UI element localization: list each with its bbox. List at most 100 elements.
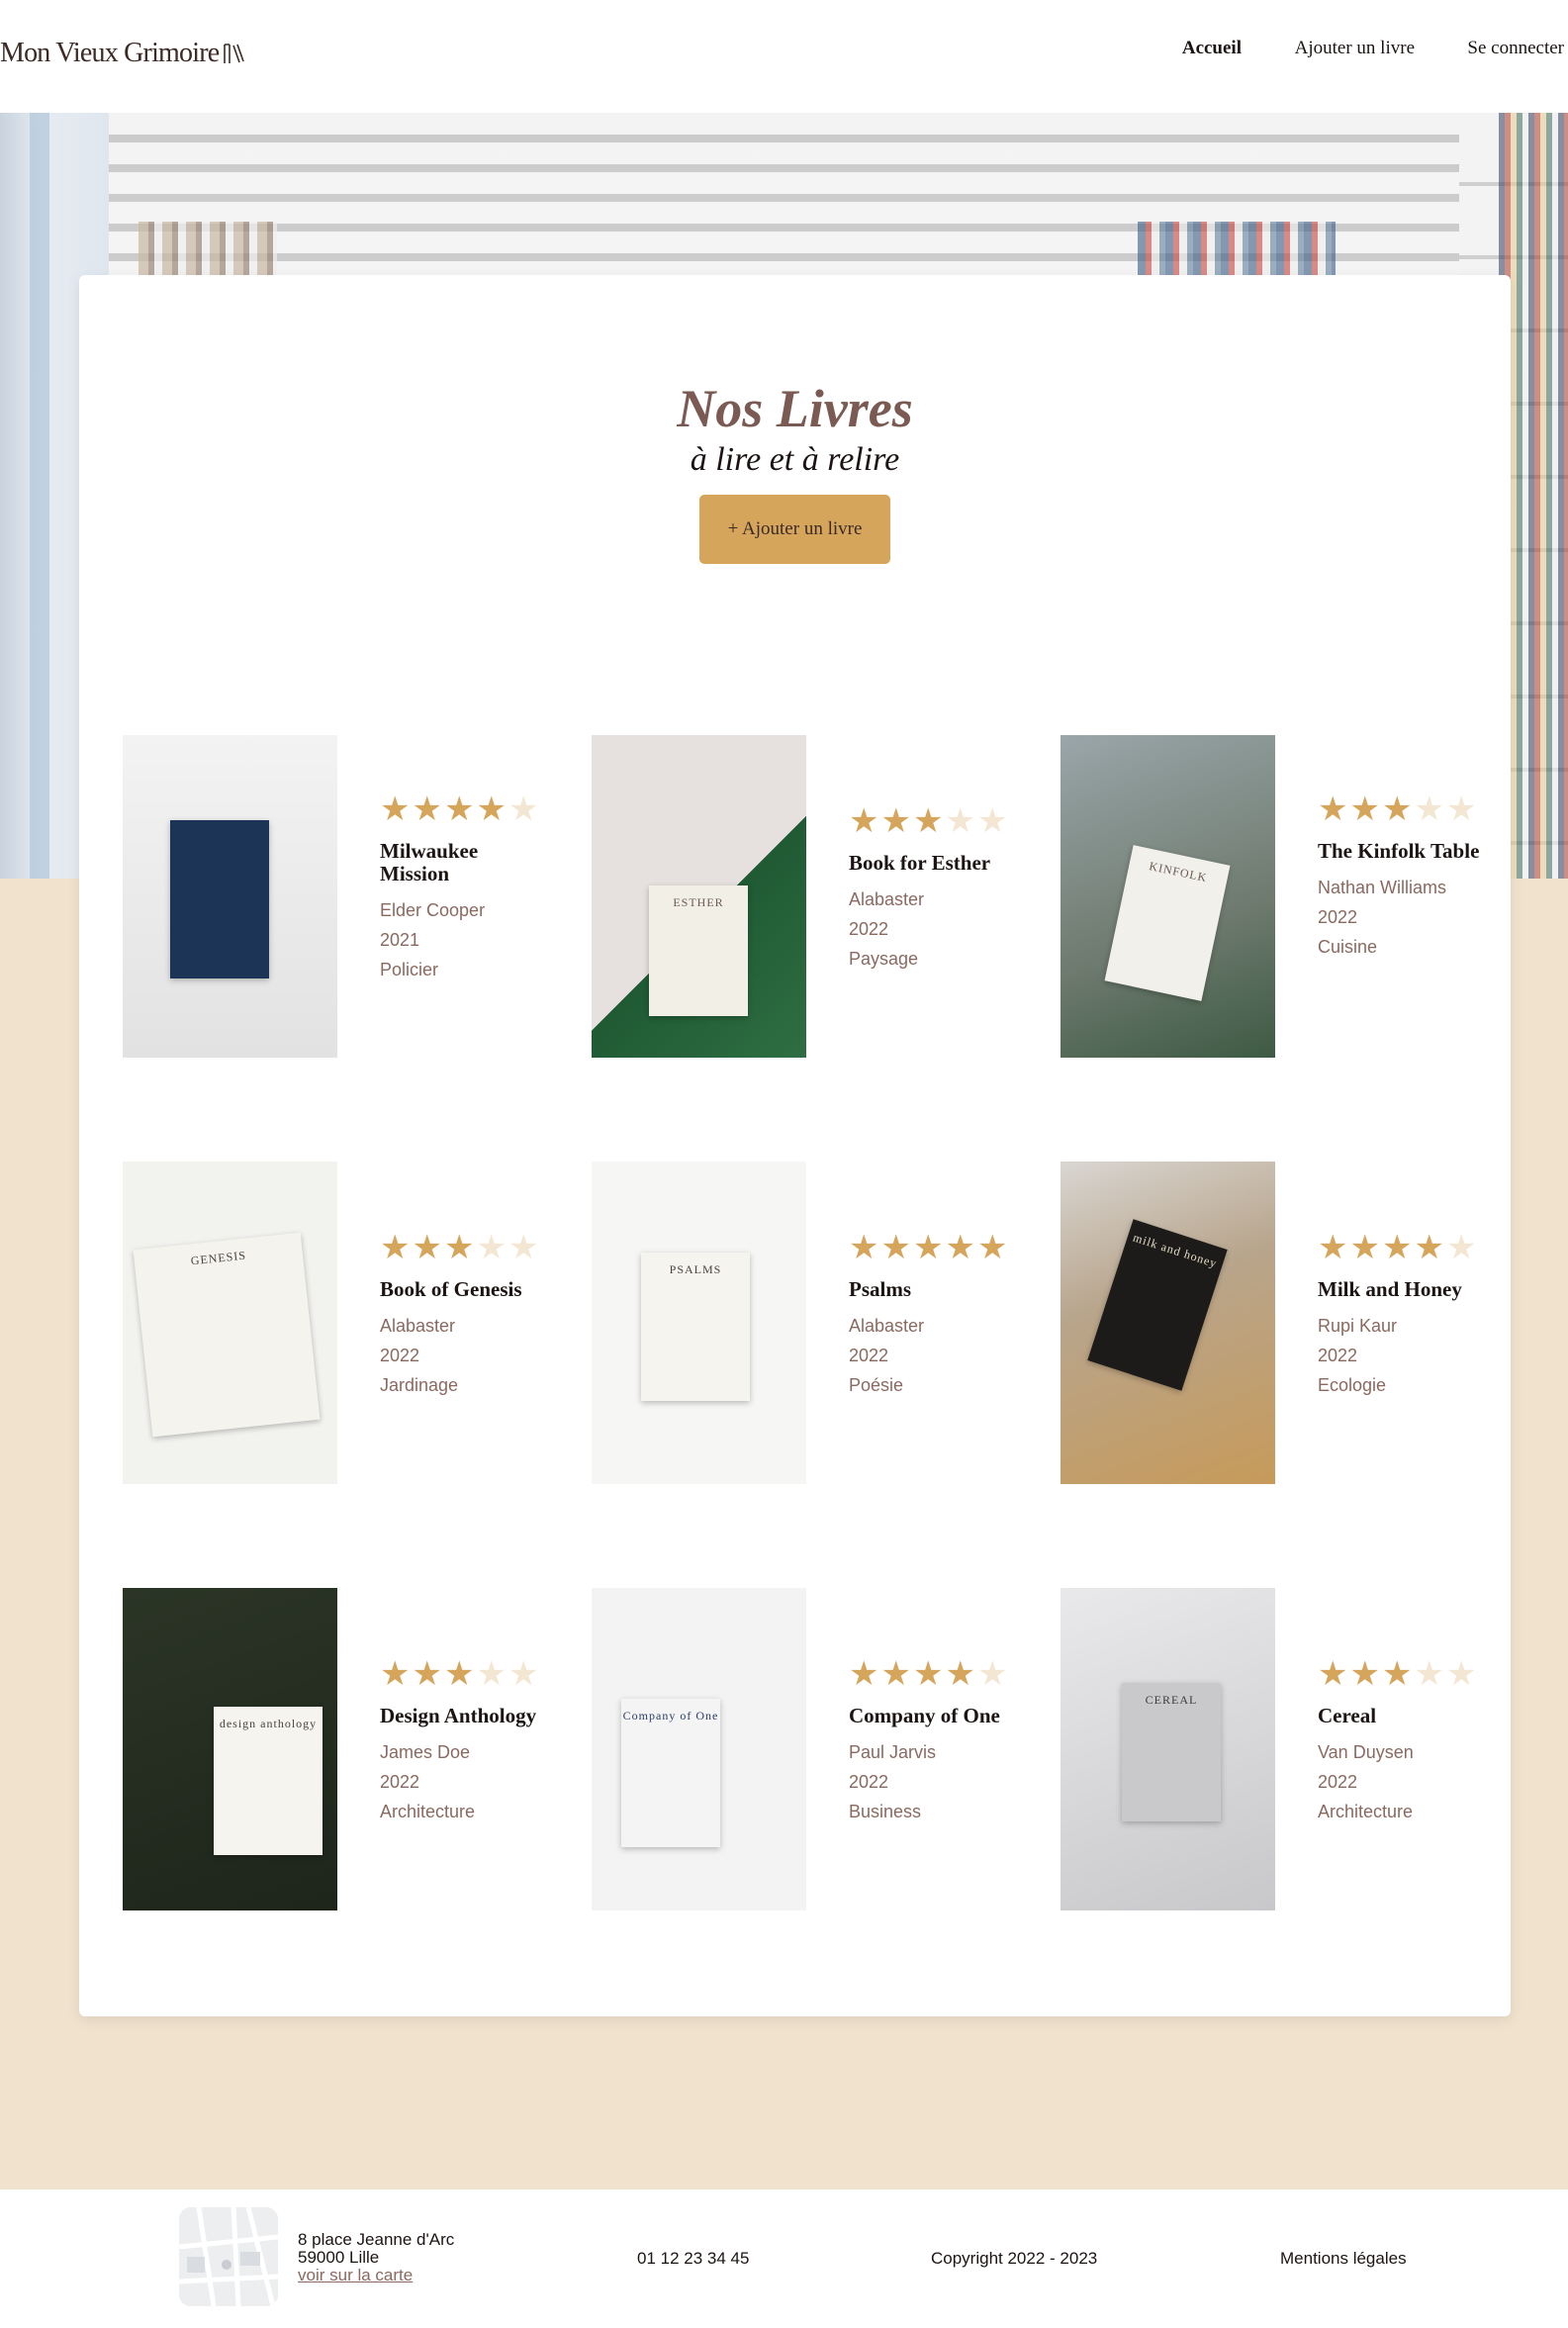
star-icon: ★ [1318, 791, 1348, 828]
book-year: 2022 [380, 1346, 420, 1365]
star-icon: ★ [380, 791, 411, 828]
star-icon: ★ [849, 802, 879, 840]
book-author: Rupi Kaur [1318, 1316, 1398, 1336]
book-title[interactable]: Psalms [849, 1278, 1007, 1301]
star-icon: ★ [1414, 791, 1444, 828]
star-icon: ★ [476, 1655, 507, 1693]
star-icon: ★ [1318, 1229, 1348, 1266]
star-icon: ★ [1414, 1229, 1444, 1266]
star-icon: ★ [912, 1229, 944, 1266]
book-info: ★ ★ ★ ★ ★ Milwaukee Mission Elder Cooper 2021 Po… [380, 792, 548, 984]
map-thumbnail[interactable] [179, 2207, 278, 2306]
map-link[interactable]: voir sur la carte [298, 2266, 413, 2284]
book-cover-image[interactable]: PSALMS [592, 1162, 806, 1484]
rating-stars: ★ ★ ★ ★ ★ [849, 804, 1007, 838]
book-card[interactable]: CEREAL ★ ★ ★ ★ ★ Cereal Van Duysen 2022 Architect… [1061, 1588, 1486, 1910]
star-icon: ★ [1318, 1655, 1348, 1693]
book-year: 2022 [849, 1772, 889, 1792]
book-cover-image[interactable]: Company of One [592, 1588, 806, 1910]
book-genre: Policier [380, 960, 439, 979]
nav-link-accueil[interactable]: Accueil [1182, 38, 1242, 59]
star-icon: ★ [380, 1229, 411, 1266]
book-cover-image[interactable]: ESTHER [592, 735, 806, 1058]
star-icon: ★ [880, 802, 911, 840]
book-cover-image[interactable]: GENESIS [123, 1162, 337, 1484]
logo-text: Mon Vieux Grimoire [0, 38, 220, 68]
page-title: Nos Livres [677, 379, 913, 438]
footer-phone: 01 12 23 34 45 [637, 2249, 750, 2268]
book-cover-image[interactable]: design anthology [123, 1588, 337, 1910]
nav-link-ajouter-livre[interactable]: Ajouter un livre [1295, 38, 1415, 59]
site-footer: 8 place Jeanne d'Arc 59000 Lille voir su… [0, 2189, 1568, 2328]
book-cover-image[interactable]: milk and honey [1061, 1162, 1275, 1484]
star-icon: ★ [1381, 791, 1413, 828]
book-cover-title: design anthology [214, 1707, 323, 1855]
books-card: Nos Livres à lire et à relire + Ajouter … [79, 275, 1511, 2016]
book-title[interactable]: Design Anthology [380, 1705, 538, 1727]
page-subtitle: à lire et à relire [690, 441, 900, 478]
star-icon: ★ [380, 1655, 411, 1693]
star-icon: ★ [476, 1229, 507, 1266]
book-card[interactable]: GENESIS ★ ★ ★ ★ ★ Book of Genesis Alabaster 2022… [123, 1162, 548, 1484]
book-card[interactable]: Company of One ★ ★ ★ ★ ★ Company of One Paul Ja… [592, 1588, 1017, 1910]
star-icon: ★ [1349, 1655, 1380, 1693]
book-author: Alabaster [380, 1316, 456, 1336]
book-info: ★ ★ ★ ★ ★ Cereal Van Duysen 2022 Architecture [1318, 1657, 1476, 1826]
book-title[interactable]: Milk and Honey [1318, 1278, 1476, 1301]
star-icon: ★ [412, 791, 442, 828]
rating-stars: ★ ★ ★ ★ ★ [380, 1231, 538, 1264]
book-author: James Doe [380, 1742, 471, 1762]
star-icon: ★ [1445, 791, 1477, 828]
star-icon: ★ [1381, 1229, 1413, 1266]
book-title[interactable]: The Kinfolk Table [1318, 840, 1479, 863]
book-genre: Jardinage [380, 1375, 459, 1395]
book-year: 2022 [1318, 1772, 1358, 1792]
add-book-button[interactable]: + Ajouter un livre [699, 495, 890, 564]
star-icon: ★ [1445, 1655, 1477, 1693]
book-year: 2022 [849, 1346, 889, 1365]
book-year: 2022 [1318, 1346, 1358, 1365]
book-genre: Poésie [849, 1375, 904, 1395]
star-icon: ★ [849, 1655, 879, 1693]
star-icon: ★ [945, 1655, 975, 1693]
book-genre: Architecture [1318, 1802, 1414, 1821]
book-genre: Ecologie [1318, 1375, 1387, 1395]
book-title[interactable]: Book for Esther [849, 852, 1007, 875]
book-title[interactable]: Milwaukee Mission [380, 840, 548, 885]
book-cover-image[interactable]: CEREAL [1061, 1588, 1275, 1910]
star-icon: ★ [507, 791, 539, 828]
book-cover-image[interactable] [123, 735, 337, 1058]
book-cover-title: PSALMS [641, 1253, 750, 1401]
book-card[interactable]: ★ ★ ★ ★ ★ Milwaukee Mission Elder Cooper 2021 Po… [123, 735, 548, 1058]
book-card[interactable]: design anthology ★ ★ ★ ★ ★ Design Anthology Jam… [123, 1588, 548, 1910]
book-title[interactable]: Book of Genesis [380, 1278, 538, 1301]
book-cover-title [170, 820, 269, 978]
site-header: Mon Vieux Grimoire Accueil Ajouter un li… [0, 0, 1568, 113]
book-year: 2022 [380, 1772, 420, 1792]
book-cover-title: Company of One [621, 1699, 720, 1847]
star-icon: ★ [976, 1229, 1008, 1266]
book-info: ★ ★ ★ ★ ★ The Kinfolk Table Nathan Williams 202… [1318, 792, 1479, 962]
book-author: Paul Jarvis [849, 1742, 937, 1762]
site-logo[interactable]: Mon Vieux Grimoire [0, 38, 245, 69]
book-info: ★ ★ ★ ★ ★ Design Anthology James Doe 2022 Archit… [380, 1657, 538, 1826]
nav-link-se-connecter[interactable]: Se connecter [1467, 38, 1564, 59]
book-title[interactable]: Cereal [1318, 1705, 1476, 1727]
book-logo-icon [224, 44, 245, 63]
book-title[interactable]: Company of One [849, 1705, 1007, 1727]
book-card[interactable]: KINFOLK ★ ★ ★ ★ ★ The Kinfolk Table Nathan Will… [1061, 735, 1486, 1058]
star-icon: ★ [443, 1655, 475, 1693]
address-line1: 8 place Jeanne d'Arc [298, 2230, 455, 2249]
star-icon: ★ [507, 1229, 539, 1266]
book-author: Alabaster [849, 1316, 925, 1336]
star-icon: ★ [1414, 1655, 1444, 1693]
book-card[interactable]: milk and honey ★ ★ ★ ★ ★ Milk and Honey Rupi Ka… [1061, 1162, 1486, 1484]
footer-address: 8 place Jeanne d'Arc 59000 Lille voir su… [298, 2231, 454, 2284]
book-year: 2022 [849, 919, 889, 939]
book-cover-title: milk and honey [1087, 1219, 1228, 1391]
book-card[interactable]: ESTHER ★ ★ ★ ★ ★ Book for Esther Alabaster 2022 P… [592, 735, 1017, 1058]
book-card[interactable]: PSALMS ★ ★ ★ ★ ★ Psalms Alabaster 2022 Poésie [592, 1162, 1017, 1484]
book-cover-image[interactable]: KINFOLK [1061, 735, 1275, 1058]
legal-link[interactable]: Mentions légales [1280, 2249, 1407, 2269]
map-icon [179, 2207, 278, 2306]
